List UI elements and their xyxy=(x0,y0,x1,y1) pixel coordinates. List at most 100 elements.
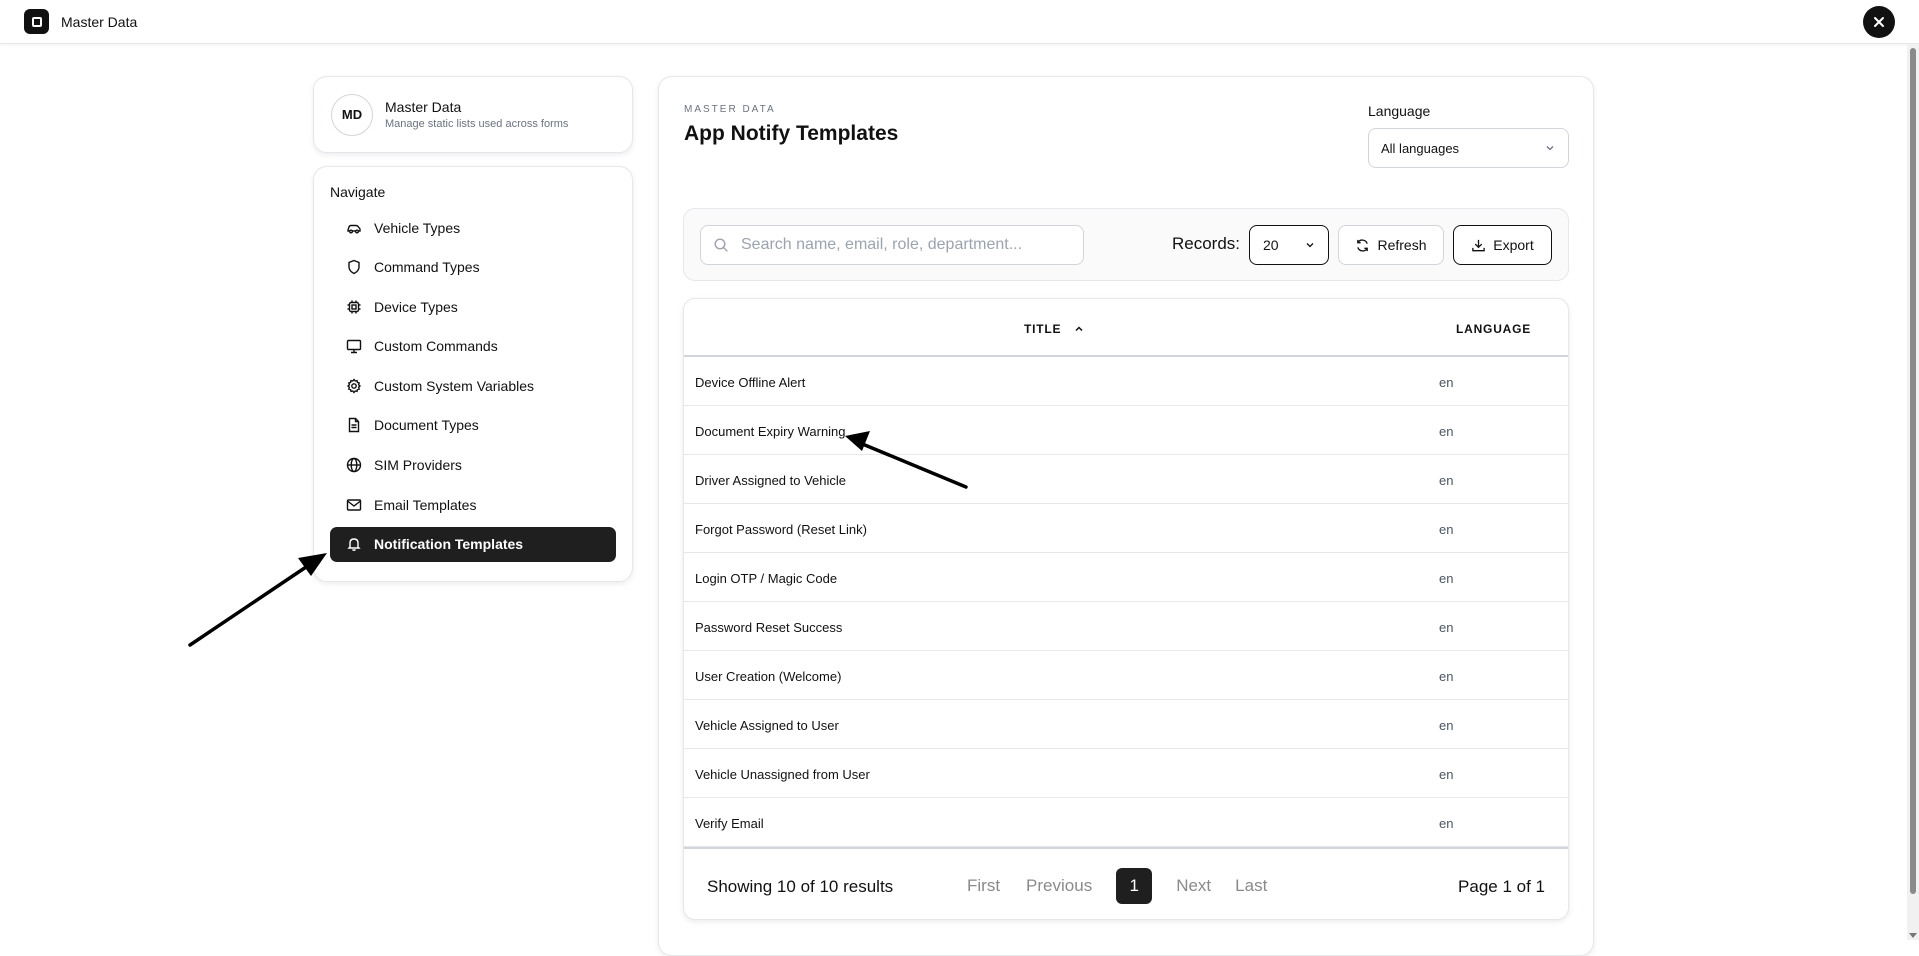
sidebar-item-label: Email Templates xyxy=(374,496,477,513)
cell-title: User Creation (Welcome) xyxy=(695,669,842,684)
sidebar-item-command-types[interactable]: Command Types xyxy=(330,250,616,285)
records-label: Records: xyxy=(1172,234,1241,253)
cell-title: Document Expiry Warning xyxy=(695,424,846,439)
app-logo-icon xyxy=(24,9,49,34)
sidebar-item-custom-system-variables[interactable]: Custom System Variables xyxy=(330,368,616,403)
language-label: Language xyxy=(1368,103,1431,119)
sidebar-item-sim-providers[interactable]: SIM Providers xyxy=(330,448,616,483)
profile-title: Master Data xyxy=(385,99,462,115)
cell-language: en xyxy=(1439,620,1454,635)
cell-title: Verify Email xyxy=(695,816,764,831)
table-row[interactable]: Password Reset Success en xyxy=(684,602,1568,651)
monitor-icon xyxy=(346,338,362,354)
top-bar: Master Data xyxy=(0,0,1919,44)
car-icon xyxy=(346,220,362,236)
page-title: App Notify Templates xyxy=(684,122,899,145)
sidebar-nav: Navigate Vehicle Types Command Types Dev… xyxy=(313,166,633,582)
cell-language: en xyxy=(1439,571,1454,586)
avatar: MD xyxy=(331,93,373,136)
master-data-card: MD Master Data Manage static lists used … xyxy=(313,76,633,153)
search-box[interactable] xyxy=(700,225,1084,265)
chevron-down-icon xyxy=(1306,243,1314,248)
sidebar-item-vehicle-types[interactable]: Vehicle Types xyxy=(330,210,616,245)
sidebar-item-custom-commands[interactable]: Custom Commands xyxy=(330,329,616,364)
cell-title: Login OTP / Magic Code xyxy=(695,571,838,586)
sidebar-item-label: Custom System Variables xyxy=(374,377,535,394)
refresh-button[interactable]: Refresh xyxy=(1338,225,1444,265)
section-eyebrow: MASTER DATA xyxy=(684,104,776,115)
chip-icon xyxy=(346,299,362,315)
scrollbar-thumb[interactable] xyxy=(1910,48,1916,894)
sidebar-item-document-types[interactable]: Document Types xyxy=(330,408,616,443)
cell-title: Vehicle Assigned to User xyxy=(695,718,839,733)
nav-heading: Navigate xyxy=(330,184,386,200)
first-page-button[interactable]: First xyxy=(967,876,1000,896)
column-header-language[interactable]: LANGUAGE xyxy=(1456,322,1531,336)
table-row[interactable]: Device Offline Alert en xyxy=(684,357,1568,406)
refresh-label: Refresh xyxy=(1377,237,1427,253)
sidebar-item-label: Notification Templates xyxy=(374,536,524,553)
scroll-down-icon[interactable] xyxy=(1909,933,1917,938)
table-row[interactable]: Vehicle Assigned to User en xyxy=(684,700,1568,749)
export-button[interactable]: Export xyxy=(1453,225,1552,265)
search-icon xyxy=(714,238,728,252)
table-row[interactable]: Document Expiry Warning en xyxy=(684,406,1568,455)
gear-icon xyxy=(346,378,362,394)
table-row[interactable]: Vehicle Unassigned from User en xyxy=(684,749,1568,798)
main-panel: MASTER DATA App Notify Templates Languag… xyxy=(658,76,1594,956)
profile-subtitle: Manage static lists used across forms xyxy=(385,118,569,130)
last-page-button[interactable]: Last xyxy=(1235,876,1267,896)
cell-language: en xyxy=(1439,669,1454,684)
sidebar-item-device-types[interactable]: Device Types xyxy=(330,289,616,324)
cell-title: Vehicle Unassigned from User xyxy=(695,767,870,782)
cell-language: en xyxy=(1439,816,1454,831)
cell-title: Driver Assigned to Vehicle xyxy=(695,473,847,488)
cell-title: Password Reset Success xyxy=(695,620,843,635)
records-per-page-select[interactable]: 20 xyxy=(1249,225,1329,265)
column-header-title-label: TITLE xyxy=(1024,322,1062,336)
sort-ascending-icon[interactable] xyxy=(1073,323,1085,335)
table-row[interactable]: Login OTP / Magic Code en xyxy=(684,553,1568,602)
table-row[interactable]: Verify Email en xyxy=(684,798,1568,847)
globe-icon xyxy=(346,457,362,473)
sidebar-item-notification-templates[interactable]: Notification Templates xyxy=(330,526,616,562)
page-scrollbar[interactable] xyxy=(1907,44,1919,940)
next-page-button[interactable]: Next xyxy=(1176,876,1211,896)
page-indicator: Page 1 of 1 xyxy=(1458,877,1545,896)
current-page-button[interactable]: 1 xyxy=(1116,868,1153,904)
cell-language: en xyxy=(1439,718,1454,733)
table-body: Device Offline Alert en Document Expiry W… xyxy=(684,357,1568,847)
mail-icon xyxy=(346,497,362,513)
table-toolbar: Records: 20 Refresh Export xyxy=(683,208,1569,281)
arrow-annotation-icon xyxy=(188,553,327,647)
previous-page-button[interactable]: Previous xyxy=(1026,876,1092,896)
document-icon xyxy=(346,417,362,433)
cell-language: en xyxy=(1439,424,1454,439)
window-title: Master Data xyxy=(61,13,138,30)
column-header-title[interactable]: TITLE xyxy=(1024,322,1085,336)
cell-language: en xyxy=(1439,473,1454,488)
language-value: All languages xyxy=(1381,140,1460,156)
sidebar-item-label: Custom Commands xyxy=(374,338,498,355)
table-row[interactable]: User Creation (Welcome) en xyxy=(684,651,1568,700)
chevron-down-icon xyxy=(1546,146,1554,151)
cell-language: en xyxy=(1439,375,1454,390)
results-count: Showing 10 of 10 results xyxy=(707,877,894,896)
table-header: TITLE LANGUAGE xyxy=(684,299,1568,357)
table-row[interactable]: Forgot Password (Reset Link) en xyxy=(684,504,1568,553)
cell-title: Forgot Password (Reset Link) xyxy=(695,522,867,537)
export-label: Export xyxy=(1493,237,1534,253)
sidebar-item-label: Device Types xyxy=(374,298,458,315)
search-input[interactable] xyxy=(741,236,1071,254)
close-button[interactable] xyxy=(1863,6,1895,38)
table-row[interactable]: Driver Assigned to Vehicle en xyxy=(684,455,1568,504)
sidebar-item-label: Document Types xyxy=(374,417,479,434)
cell-language: en xyxy=(1439,767,1454,782)
sidebar-item-email-templates[interactable]: Email Templates xyxy=(330,487,616,522)
sidebar-item-label: SIM Providers xyxy=(374,457,462,474)
refresh-icon xyxy=(1355,238,1370,253)
records-value: 20 xyxy=(1263,237,1279,253)
download-icon xyxy=(1471,238,1486,253)
sidebar-item-label: Vehicle Types xyxy=(374,219,461,236)
language-select[interactable]: All languages xyxy=(1368,128,1569,168)
